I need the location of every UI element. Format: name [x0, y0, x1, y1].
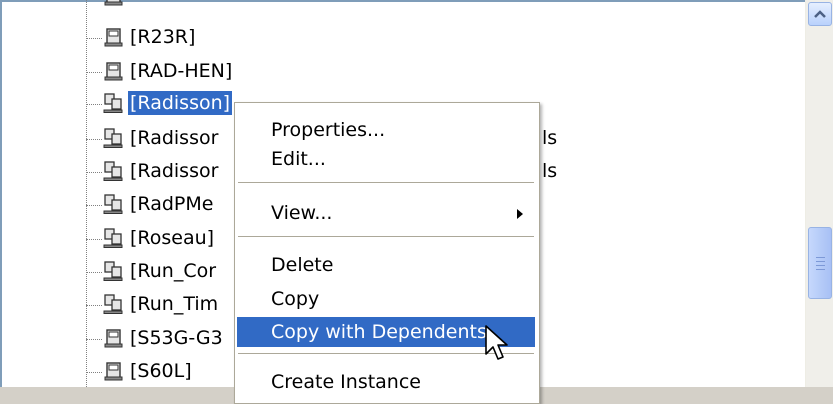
menu-item-view[interactable]: View...: [237, 198, 535, 228]
multi-node-icon: [103, 128, 123, 148]
tree-branch-line: [86, 272, 102, 273]
menu-separator: [238, 236, 534, 237]
submenu-arrow-icon: [517, 209, 523, 219]
single-node-icon: [104, 362, 123, 381]
scroll-thumb[interactable]: [808, 227, 832, 299]
single-node-icon: [104, 329, 123, 348]
tree-branch-line: [86, 38, 102, 39]
tree-branch-line: [86, 239, 102, 240]
multi-node-icon: [103, 161, 123, 181]
tree-item-label: [Radisson]: [128, 91, 233, 115]
tree-item[interactable]: [R23R]: [0, 21, 805, 55]
mouse-cursor-icon: [485, 325, 508, 360]
tree-branch-line: [86, 372, 102, 373]
grip-line: [816, 257, 825, 258]
menu-item-view-label: View...: [271, 202, 333, 224]
tree-branch-line: [86, 104, 102, 105]
tree-branch-line: [86, 205, 102, 206]
grip-line: [816, 265, 825, 266]
tree-item-label: [Roseau]: [130, 227, 215, 249]
menu-item-properties[interactable]: Properties...: [237, 115, 535, 145]
multi-node-icon: [103, 228, 123, 248]
multi-node-icon: [103, 294, 123, 314]
tree-branch-line: [86, 339, 102, 340]
tree-branch-line: [86, 172, 102, 173]
multi-node-icon: [103, 261, 123, 281]
grip-line: [816, 269, 825, 270]
tree-item-label: [Run_Tim: [130, 293, 219, 315]
tree-item[interactable]: [RAD-HEN]: [0, 55, 805, 89]
chevron-up-icon: [814, 10, 826, 18]
tree-item-label: [RAD-HEN]: [130, 60, 233, 82]
tree-item-label: [Radissor: [130, 127, 219, 149]
tree-item-label: [R23R]: [130, 26, 196, 48]
menu-item-delete[interactable]: Delete: [237, 250, 535, 280]
menu-item-edit[interactable]: Edit...: [237, 144, 535, 174]
tree-branch-line: [86, 305, 102, 306]
tree-branch-line: [86, 139, 102, 140]
scroll-up-button[interactable]: [808, 2, 832, 26]
menu-separator: [238, 182, 534, 183]
vertical-scrollbar[interactable]: [805, 0, 833, 387]
tree-item-label: [RadPMe: [130, 193, 214, 215]
tree-item-label-suffix: ls: [542, 127, 558, 149]
tree-item-label: [S60L]: [130, 360, 192, 382]
menu-item-copy[interactable]: Copy: [237, 284, 535, 314]
grip-line: [816, 261, 825, 262]
tree-item-label: [Run_Cor: [130, 260, 217, 282]
single-node-icon: [104, 0, 123, 6]
tree-item-partial[interactable]: [0, 0, 805, 14]
tree-branch-line: [86, 72, 102, 73]
menu-item-create-instance[interactable]: Create Instance: [237, 367, 535, 397]
tree-item-label-suffix: ls: [542, 160, 558, 182]
single-node-icon: [104, 62, 123, 81]
multi-node-icon: [103, 93, 123, 113]
multi-node-icon: [103, 194, 123, 214]
tree-item-label: [S53G-G3: [130, 327, 223, 349]
tree-item-label: [Radissor: [130, 160, 219, 182]
single-node-icon: [104, 28, 123, 47]
